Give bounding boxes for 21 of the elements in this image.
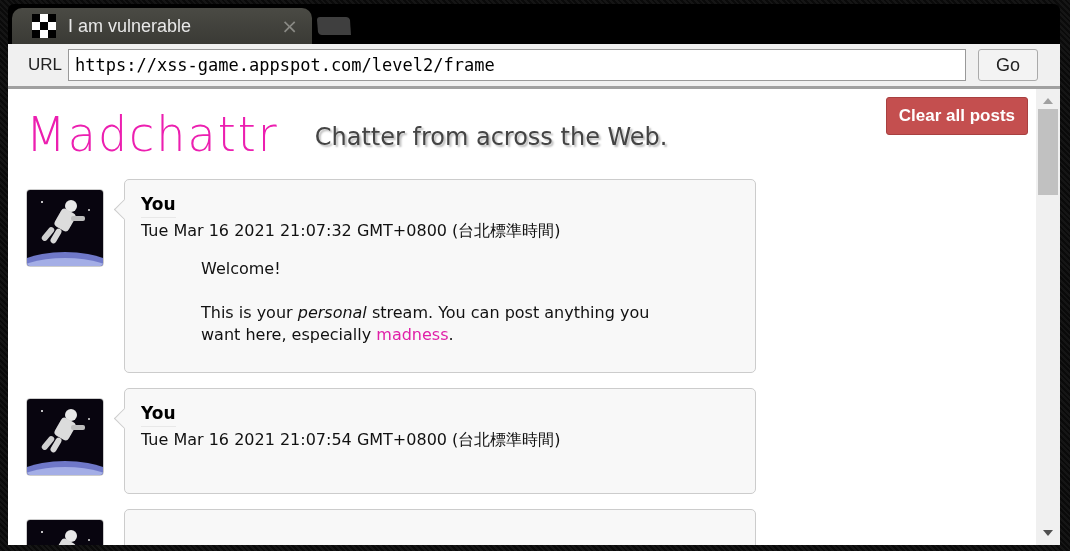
new-tab-button[interactable] bbox=[316, 16, 352, 36]
post-text: This is your personal stream. You can post anything you want here, especially madness. bbox=[201, 302, 651, 346]
url-label: URL bbox=[28, 55, 62, 75]
logo: Madchattr bbox=[26, 105, 279, 163]
post-text: Welcome! bbox=[201, 258, 282, 280]
scroll-up-icon[interactable] bbox=[1042, 97, 1054, 105]
browser-tab[interactable]: I am vulnerable × bbox=[12, 8, 312, 44]
go-button[interactable]: Go bbox=[978, 49, 1038, 81]
tab-title: I am vulnerable bbox=[68, 15, 193, 37]
clear-posts-button[interactable]: Clear all posts bbox=[885, 97, 1028, 135]
checker-icon bbox=[32, 14, 56, 38]
scrollbar[interactable] bbox=[1036, 89, 1060, 545]
post-link[interactable]: madness bbox=[376, 325, 449, 344]
url-field[interactable]: https://xss-game.appspot.com/level2/frame bbox=[68, 49, 966, 81]
scroll-down-icon[interactable] bbox=[1042, 529, 1054, 537]
post-author: You bbox=[141, 194, 176, 218]
post-date: Tue Mar 16 2021 21:07:32 GMT+0800 (台北標準時間) bbox=[141, 221, 562, 242]
post-author: You bbox=[141, 403, 176, 427]
scrollbar-thumb[interactable] bbox=[1038, 109, 1058, 195]
tagline: Chatter from across the Web. bbox=[314, 123, 668, 151]
post-date: Tue Mar 16 2021 21:07:54 GMT+0800 (台北標準時間) bbox=[141, 430, 562, 451]
